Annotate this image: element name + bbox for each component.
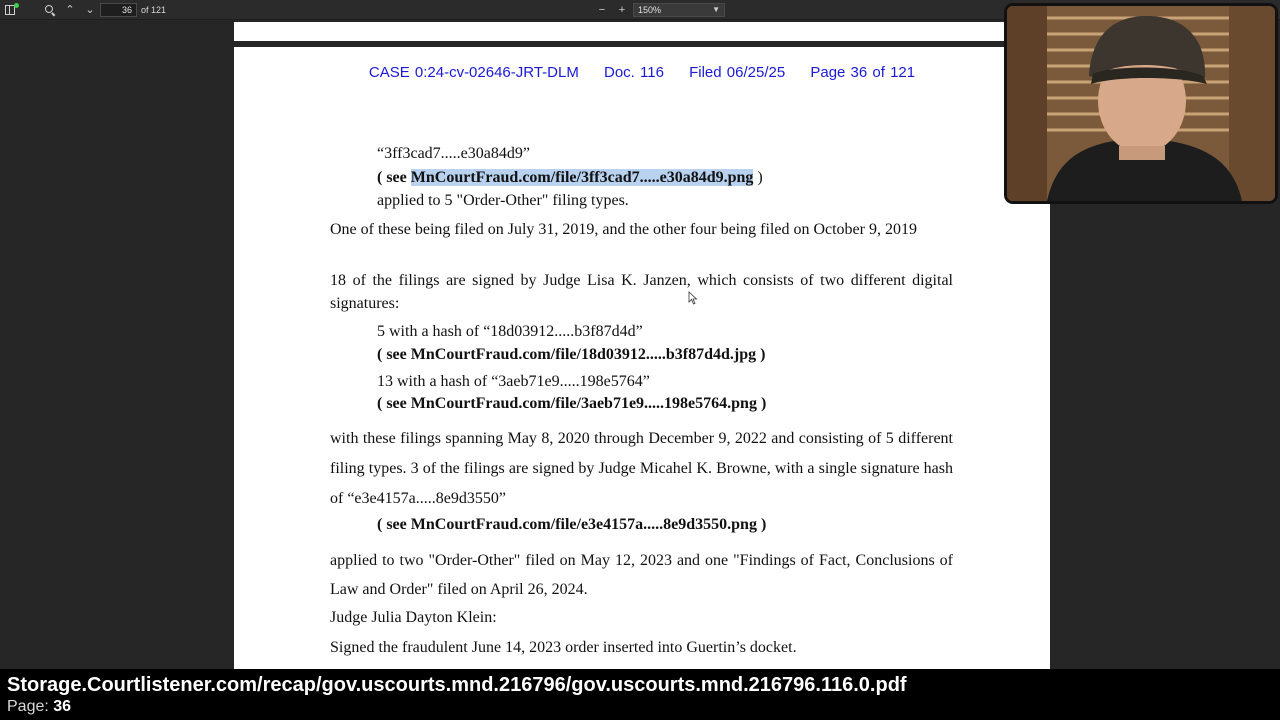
filed-date: Filed 06/25/25 [689, 64, 786, 81]
sidebar-toggle-icon[interactable] [4, 3, 19, 17]
zoom-in-icon[interactable]: + [615, 3, 629, 17]
page-count-label: of 121 [141, 5, 167, 15]
search-icon[interactable] [43, 3, 57, 17]
page-caption-label: Page: [7, 698, 49, 715]
caption-bar: Storage.Courtlistener.com/recap/gov.usco… [0, 669, 1280, 720]
hash-line-2: 5 with a hash of “18d03912.....b3f87d4d” [377, 323, 643, 340]
link-line-4[interactable]: ( see MnCourtFraud.com/file/e3e4157a....… [377, 513, 1000, 536]
applied-line-1: applied to 5 "Order-Other" filing types. [377, 192, 629, 209]
page-separator [234, 41, 1050, 47]
link-line-3[interactable]: ( see MnCourtFraud.com/file/3aeb71e9....… [377, 392, 1000, 415]
highlighted-link[interactable]: MnCourtFraud.com/file/3ff3cad7.....e30a8… [410, 169, 754, 186]
link-line-2[interactable]: ( see MnCourtFraud.com/file/18d03912....… [377, 343, 1000, 366]
doc-number: Doc. 116 [604, 64, 664, 81]
paragraph-3: with these filings spanning May 8, 2020 … [330, 430, 953, 507]
page-number-input[interactable]: 36 [100, 3, 137, 17]
chevron-up-icon[interactable]: ⌃ [63, 3, 77, 17]
page-caption: Page: 36 [7, 697, 71, 717]
pdf-page: CASE 0:24-cv-02646-JRT-DLM Doc. 116 File… [234, 22, 1050, 669]
page-indicator: Page 36 of 121 [810, 64, 916, 81]
page-caption-value: 36 [53, 698, 72, 715]
zoom-select[interactable]: 150% ▼ [633, 3, 725, 17]
judge-heading: Judge Julia Dayton Klein: [330, 609, 497, 626]
webcam-person-image [1007, 6, 1275, 201]
paragraph-4: applied to two "Order-Other" filed on Ma… [330, 552, 953, 598]
hash-line-3: 13 with a hash of “3aeb71e9.....198e5764… [377, 373, 650, 390]
paragraph-5: Signed the fraudulent June 14, 2023 orde… [330, 639, 797, 656]
paragraph-1: One of these being filed on July 31, 201… [330, 221, 917, 238]
court-header-stamp: CASE 0:24-cv-02646-JRT-DLM Doc. 116 File… [234, 64, 1050, 82]
paragraph-2: 18 of the filings are signed by Judge Li… [330, 272, 953, 312]
chevron-down-icon: ▼ [712, 5, 720, 14]
webcam-overlay [1004, 3, 1278, 204]
source-url-caption: Storage.Courtlistener.com/recap/gov.usco… [7, 674, 907, 696]
link-prefix: ( see [377, 169, 411, 186]
hash-line-1: “3ff3cad7.....e30a84d9” [377, 145, 530, 162]
link-line-1: ( see MnCourtFraud.com/file/3ff3cad7....… [377, 166, 1000, 189]
link-suffix: ) [753, 169, 763, 186]
zoom-out-icon[interactable]: − [595, 3, 609, 17]
mouse-cursor-icon [688, 291, 698, 305]
case-number: CASE 0:24-cv-02646-JRT-DLM [368, 64, 579, 81]
zoom-value: 150% [638, 5, 662, 15]
chevron-down-icon[interactable]: ⌄ [83, 3, 97, 17]
